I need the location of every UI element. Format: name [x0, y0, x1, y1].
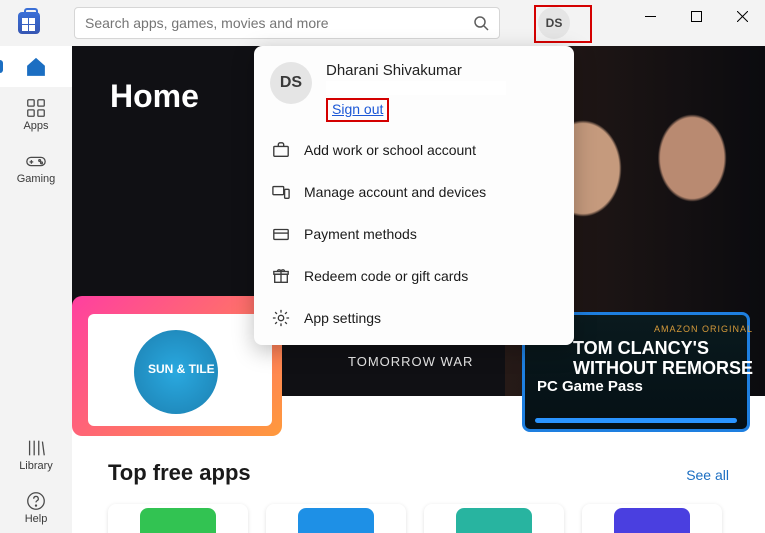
app-tile[interactable] [424, 504, 564, 533]
hero-subcaption: AMAZON ORIGINAL [654, 324, 753, 334]
minimize-button[interactable] [627, 0, 673, 32]
card-label: PC Game Pass [537, 378, 643, 395]
flyout-item-payment[interactable]: Payment methods [254, 213, 574, 255]
gamepad-icon [25, 150, 47, 172]
sidebar-item-apps[interactable]: Apps [0, 87, 72, 140]
page-title: Home [110, 78, 199, 115]
carousel-indicator [535, 418, 737, 423]
app-tile[interactable] [582, 504, 722, 533]
flyout-item-manage-devices[interactable]: Manage account and devices [254, 171, 574, 213]
app-tile[interactable] [108, 504, 248, 533]
annotation-box: Sign out [326, 98, 389, 122]
store-logo-icon [18, 12, 40, 34]
flyout-item-label: Add work or school account [304, 142, 476, 158]
user-email-redacted [326, 81, 506, 95]
app-tile[interactable] [266, 504, 406, 533]
hero-movie-title: TOM CLANCY'SWITHOUT REMORSE [573, 338, 753, 378]
window-controls [627, 0, 765, 32]
avatar: DS [270, 62, 312, 104]
search-box[interactable] [74, 7, 500, 39]
sign-out-link[interactable]: Sign out [332, 101, 383, 117]
help-icon [25, 490, 47, 512]
apps-icon [25, 97, 47, 119]
sidebar: Home Apps Gaming Library Help [0, 46, 72, 533]
flyout-item-label: Redeem code or gift cards [304, 268, 468, 284]
sidebar-item-label: Help [25, 513, 48, 525]
flyout-item-label: Manage account and devices [304, 184, 486, 200]
thumb-label: SUN & TILE [148, 362, 215, 376]
sidebar-item-label: Apps [23, 120, 48, 132]
gift-icon [272, 267, 290, 285]
gear-icon [272, 309, 290, 327]
user-name: Dharani Shivakumar [326, 62, 506, 79]
sidebar-item-library[interactable]: Library [0, 427, 72, 480]
annotation-box [534, 5, 592, 43]
section-title: Top free apps [108, 460, 251, 486]
flyout-item-label: Payment methods [304, 226, 417, 242]
section-top-free: Top free apps See all [72, 444, 765, 533]
sidebar-item-home[interactable]: Home [0, 46, 72, 87]
flyout-item-work-account[interactable]: Add work or school account [254, 129, 574, 171]
search-icon[interactable] [473, 15, 489, 31]
hero-caption: TOMORROW WAR [348, 354, 473, 369]
sidebar-item-help[interactable]: Help [0, 480, 72, 533]
home-icon [25, 56, 47, 78]
close-button[interactable] [719, 0, 765, 32]
hero-card-app[interactable]: SUN & TILE [72, 296, 282, 436]
library-icon [25, 437, 47, 459]
devices-icon [272, 183, 290, 201]
account-flyout: DS Dharani Shivakumar Sign out Add work … [254, 46, 574, 345]
flyout-item-redeem[interactable]: Redeem code or gift cards [254, 255, 574, 297]
flyout-user: DS Dharani Shivakumar Sign out [254, 46, 574, 129]
title-bar: DS [0, 0, 765, 46]
search-input[interactable] [85, 15, 473, 31]
flyout-item-settings[interactable]: App settings [254, 297, 574, 339]
sidebar-item-gaming[interactable]: Gaming [0, 140, 72, 193]
briefcase-icon [272, 141, 290, 159]
sidebar-item-label: Library [19, 460, 53, 472]
flyout-item-label: App settings [304, 310, 381, 326]
sidebar-item-label: Gaming [17, 173, 56, 185]
see-all-link[interactable]: See all [686, 467, 729, 483]
maximize-button[interactable] [673, 0, 719, 32]
card-icon [272, 225, 290, 243]
